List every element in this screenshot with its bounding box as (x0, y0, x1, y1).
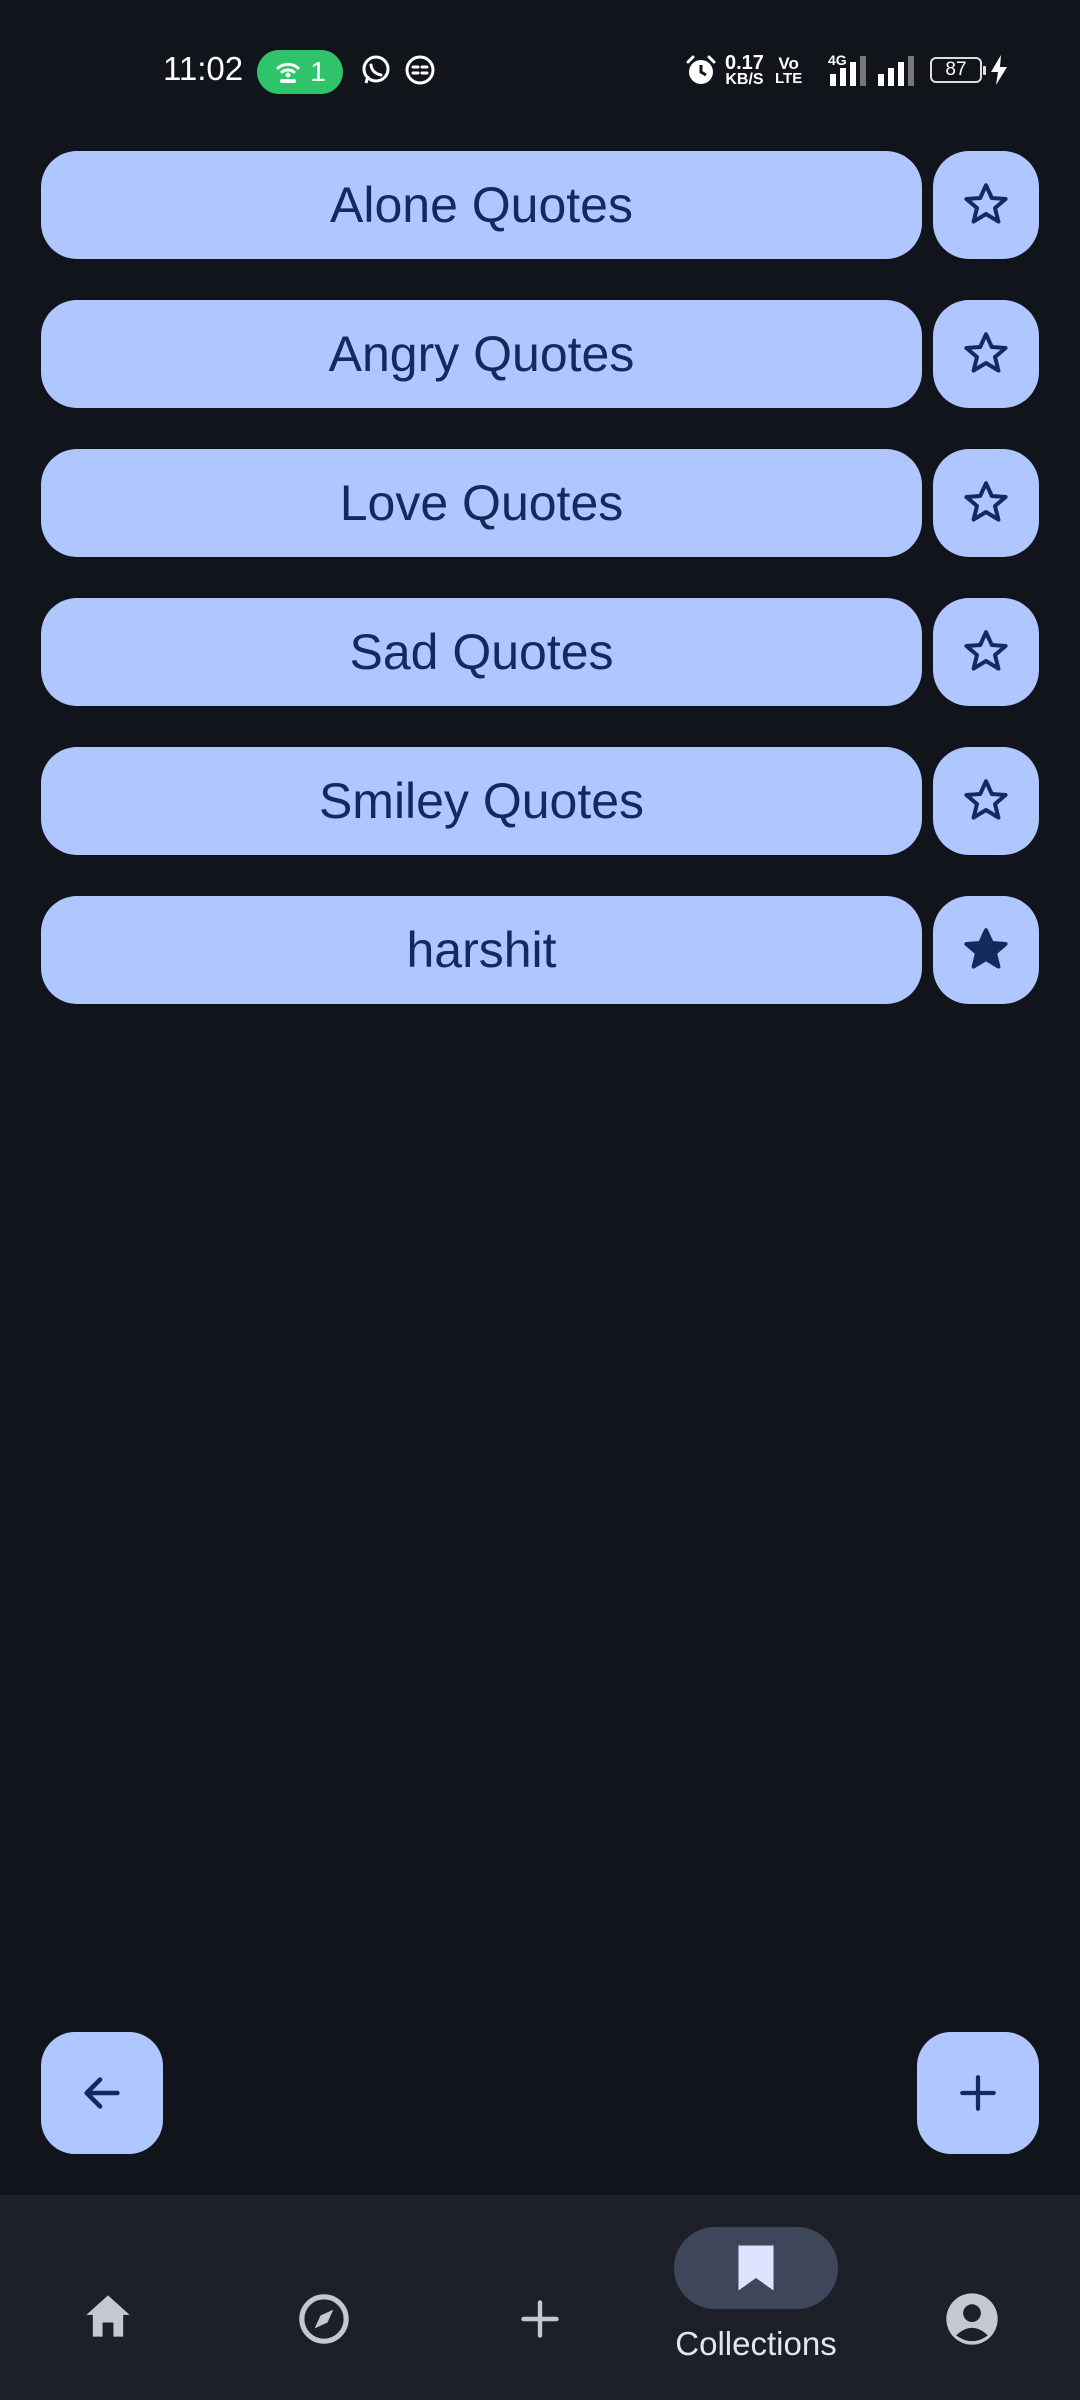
star-outline-icon (964, 779, 1008, 820)
nav-item-home[interactable] (0, 2195, 216, 2400)
hotspot-count: 1 (310, 56, 326, 87)
app-notification-icon (405, 55, 435, 85)
signal-icon-sim1 (830, 56, 866, 86)
plus-icon (521, 2300, 559, 2338)
favorite-button[interactable] (933, 896, 1039, 1004)
favorite-button[interactable] (933, 747, 1039, 855)
collection-button-angry-quotes[interactable]: Angry Quotes (41, 300, 922, 408)
list-item: Sad Quotes (41, 598, 1041, 706)
nav-item-collections[interactable]: Collections (648, 2195, 864, 2400)
home-icon (86, 2295, 130, 2337)
favorite-button[interactable] (933, 151, 1039, 259)
plus-icon (960, 2075, 996, 2111)
whatsapp-icon (362, 55, 390, 84)
network-speed-unit: KB/S (725, 71, 764, 88)
network-speed-value: 0.17 (725, 52, 764, 74)
list-item: Smiley Quotes (41, 747, 1041, 855)
volte-indicator: Vo LTE (775, 54, 803, 87)
bottom-navigation: Collections (0, 2195, 1080, 2400)
list-item: harshit (41, 896, 1041, 1004)
battery-indicator: 87 (930, 57, 986, 83)
nav-label-collections: Collections (675, 2325, 837, 2362)
arrow-back-icon (84, 2077, 120, 2109)
list-item: Angry Quotes (41, 300, 1041, 408)
star-filled-icon (964, 928, 1008, 969)
network-speed: 0.17 KB/S (725, 52, 764, 88)
favorite-button[interactable] (933, 300, 1039, 408)
signal-icon-sim2 (878, 56, 914, 86)
nav-item-explore[interactable] (216, 2195, 432, 2400)
add-collection-button[interactable] (917, 2032, 1039, 2154)
battery-level: 87 (945, 59, 967, 80)
alarm-icon (686, 55, 716, 84)
nav-item-profile[interactable] (864, 2195, 1080, 2400)
favorite-button[interactable] (933, 449, 1039, 557)
favorite-button[interactable] (933, 598, 1039, 706)
star-outline-icon (964, 630, 1008, 671)
compass-icon (299, 2294, 349, 2344)
collection-button-sad-quotes[interactable]: Sad Quotes (41, 598, 922, 706)
nav-item-create[interactable] (432, 2195, 648, 2400)
star-outline-icon (964, 183, 1008, 224)
nav-active-indicator (674, 2227, 838, 2309)
collection-button-love-quotes[interactable]: Love Quotes (41, 449, 922, 557)
status-bar: 11:02 1 0.17 KB/S Vo LTE 4G 87 (0, 0, 1080, 140)
back-button[interactable] (41, 2032, 163, 2154)
star-outline-icon (964, 481, 1008, 522)
volte-top: Vo (778, 54, 799, 73)
charging-icon (991, 55, 1007, 85)
list-item: Love Quotes (41, 449, 1041, 557)
star-outline-icon (964, 332, 1008, 373)
collection-button-alone-quotes[interactable]: Alone Quotes (41, 151, 922, 259)
list-item: Alone Quotes (41, 151, 1041, 259)
volte-bottom: LTE (775, 70, 803, 87)
collection-button-harshit[interactable]: harshit (41, 896, 922, 1004)
collection-button-smiley-quotes[interactable]: Smiley Quotes (41, 747, 922, 855)
hotspot-indicator: 1 (257, 50, 343, 94)
status-time: 11:02 (163, 50, 244, 87)
bookmark-icon (738, 2245, 774, 2291)
hotspot-icon (276, 62, 300, 83)
account-icon (946, 2293, 998, 2345)
